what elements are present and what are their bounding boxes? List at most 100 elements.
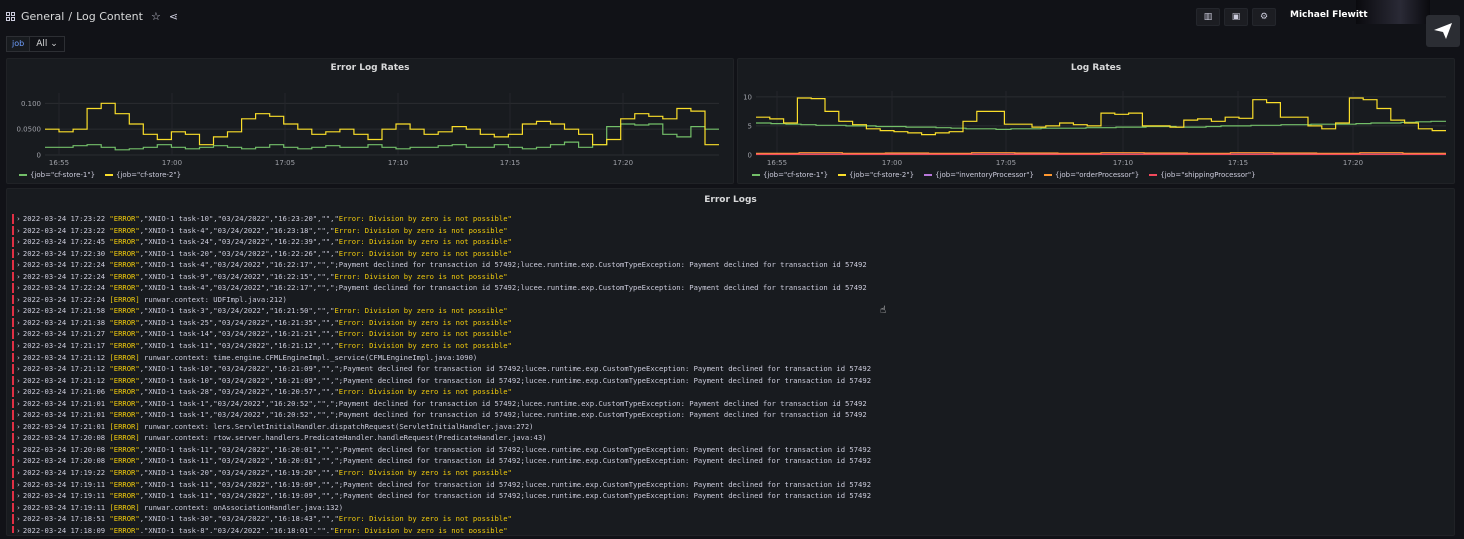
legend-label: {job="cf-store-1"} — [763, 171, 829, 179]
series-line-1[interactable] — [45, 102, 719, 146]
log-row[interactable]: › 2022-03-24 17:21:06 "ERROR","XNIO-1 tas… — [12, 386, 1452, 398]
log-row[interactable]: › 2022-03-24 17:21:01 [ERROR] runwar.cont… — [12, 421, 1452, 433]
variable-label-job: job — [6, 36, 31, 52]
share-icon[interactable]: ⋖ — [169, 10, 178, 23]
log-row[interactable]: › 2022-03-24 17:21:01 "ERROR","XNIO-1 tas… — [12, 398, 1452, 410]
log-row[interactable]: › 2022-03-24 17:22:24 "ERROR","XNIO-1 tas… — [12, 259, 1452, 271]
x-tick-label: 16:55 — [767, 159, 787, 167]
log-row[interactable]: › 2022-03-24 17:19:11 "ERROR","XNIO-1 tas… — [12, 479, 1452, 491]
legend-label: {job="orderProcessor"} — [1054, 171, 1140, 179]
expand-chevron-icon: › — [17, 214, 20, 223]
expand-chevron-icon: › — [17, 479, 20, 489]
expand-chevron-icon: › — [17, 410, 20, 420]
log-level: "ERROR" — [109, 375, 140, 385]
expand-chevron-icon: › — [17, 260, 20, 270]
log-row[interactable]: › 2022-03-24 17:19:11 "ERROR","XNIO-1 tas… — [12, 490, 1452, 502]
log-error-message: Error: Division by zero is not possible" — [338, 387, 512, 397]
legend-swatch — [105, 174, 114, 176]
log-timestamp: 2022-03-24 17:21:38 — [22, 317, 110, 327]
log-row[interactable]: › 2022-03-24 17:22:24 [ERROR] runwar.cont… — [12, 294, 1452, 306]
log-timestamp: 2022-03-24 17:20:08 — [22, 456, 110, 466]
expand-chevron-icon: › — [17, 283, 20, 293]
log-row[interactable]: › 2022-03-24 17:22:24 "ERROR","XNIO-1 tas… — [12, 271, 1452, 283]
log-timestamp: 2022-03-24 17:20:08 — [22, 433, 110, 443]
log-level: "ERROR" — [109, 479, 140, 489]
log-row[interactable]: › 2022-03-24 17:23:22 "ERROR","XNIO-1 tas… — [12, 213, 1452, 225]
log-row[interactable]: › 2022-03-24 17:22:30 "ERROR","XNIO-1 tas… — [12, 248, 1452, 260]
breadcrumb-dashboard-title[interactable]: Log Content — [76, 10, 143, 23]
log-level: "ERROR" — [109, 341, 140, 351]
log-body: runwar.context: UDFImpl.java:212) — [139, 294, 287, 304]
legend-item[interactable]: {job="cf-store-1"} — [752, 171, 828, 179]
log-timestamp: 2022-03-24 17:21:01 — [22, 410, 110, 420]
log-timestamp: 2022-03-24 17:21:58 — [22, 306, 110, 316]
log-body: ,"XNIO-1 task-10","03/24/2022","16:23:20… — [139, 214, 339, 223]
log-row[interactable]: › 2022-03-24 17:21:12 "ERROR","XNIO-1 tas… — [12, 363, 1452, 375]
save-icon[interactable]: ▣ — [1224, 8, 1248, 26]
log-list[interactable]: › 2022-03-24 17:23:22 "ERROR","XNIO-1 tas… — [12, 213, 1452, 533]
log-row[interactable]: › 2022-03-24 17:21:17 "ERROR","XNIO-1 tas… — [12, 340, 1452, 352]
legend-label: {job="cf-store-2"} — [116, 171, 182, 179]
breadcrumb-separator: / — [68, 10, 73, 23]
log-level: "ERROR" — [109, 398, 140, 408]
log-row[interactable]: › 2022-03-24 17:19:22 "ERROR","XNIO-1 tas… — [12, 467, 1452, 479]
log-error-message: Error: Division by zero is not possible" — [334, 306, 508, 316]
log-row[interactable]: › 2022-03-24 17:21:01 "ERROR","XNIO-1 tas… — [12, 409, 1452, 421]
log-row[interactable]: › 2022-03-24 17:22:24 "ERROR","XNIO-1 tas… — [12, 282, 1452, 294]
settings-gear-icon[interactable]: ⚙ — [1252, 8, 1276, 26]
legend-item[interactable]: {job="cf-store-2"} — [838, 171, 914, 179]
log-row[interactable]: › 2022-03-24 17:20:08 "ERROR","XNIO-1 tas… — [12, 444, 1452, 456]
expand-chevron-icon: › — [17, 248, 20, 258]
log-timestamp: 2022-03-24 17:22:24 — [22, 260, 110, 270]
x-tick-label: 17:15 — [500, 159, 520, 167]
log-level: "ERROR" — [109, 283, 140, 293]
legend-item[interactable]: {job="orderProcessor"} — [1043, 171, 1140, 179]
log-row[interactable]: › 2022-03-24 17:18:09 "ERROR","XNIO-1 tas… — [12, 525, 1452, 533]
log-row[interactable]: › 2022-03-24 17:21:12 "ERROR","XNIO-1 tas… — [12, 375, 1452, 387]
log-row[interactable]: › 2022-03-24 17:20:08 [ERROR] runwar.cont… — [12, 432, 1452, 444]
log-row[interactable]: › 2022-03-24 17:21:38 "ERROR","XNIO-1 tas… — [12, 317, 1452, 329]
log-level: "ERROR" — [109, 514, 140, 524]
legend-label: {job="inventoryProcessor"} — [935, 171, 1034, 179]
log-body: runwar.context: onAssociationHandler.jav… — [139, 502, 344, 512]
log-row[interactable]: › 2022-03-24 17:23:22 "ERROR","XNIO-1 tas… — [12, 225, 1452, 237]
log-body: ,"XNIO-1 task-25","03/24/2022","16:21:35… — [139, 317, 339, 327]
log-level: [ERROR] — [109, 352, 140, 362]
dashboards-grid-icon[interactable] — [6, 12, 15, 21]
variable-select-job[interactable]: All ⌄ — [30, 36, 65, 52]
x-tick-label: 16:55 — [49, 159, 69, 167]
log-row[interactable]: › 2022-03-24 17:21:58 "ERROR","XNIO-1 tas… — [12, 305, 1452, 317]
star-icon[interactable]: ☆ — [151, 10, 161, 23]
series-line-1[interactable] — [756, 97, 1446, 136]
series-line-3[interactable] — [756, 152, 1446, 154]
add-panel-icon[interactable]: ▥ — [1196, 8, 1220, 26]
log-row[interactable]: › 2022-03-24 17:18:51 "ERROR","XNIO-1 tas… — [12, 513, 1452, 525]
legend-label: {job="cf-store-2"} — [849, 171, 915, 179]
legend-label: {job="cf-store-1"} — [30, 171, 96, 179]
log-level: "ERROR" — [109, 410, 140, 420]
log-body: ,"XNIO-1 task-10","03/24/2022","16:21:09… — [139, 375, 872, 385]
legend-item[interactable]: {job="shippingProcessor"} — [1149, 171, 1256, 179]
x-tick-label: 17:15 — [1228, 159, 1248, 167]
breadcrumb-folder[interactable]: General — [21, 10, 64, 23]
legend-item[interactable]: {job="cf-store-1"} — [19, 171, 95, 179]
log-row[interactable]: › 2022-03-24 17:19:11 [ERROR] runwar.cont… — [12, 502, 1452, 514]
legend-label: {job="shippingProcessor"} — [1160, 171, 1256, 179]
error-log-rates-chart: 0 0.0500 0.100 16:55 17:00 17:05 17:10 17:15 17:… — [17, 93, 719, 167]
log-level: "ERROR" — [109, 364, 140, 374]
legend-swatch — [1043, 174, 1052, 176]
log-timestamp: 2022-03-24 17:21:27 — [22, 329, 110, 339]
log-row[interactable]: › 2022-03-24 17:22:45 "ERROR","XNIO-1 tas… — [12, 236, 1452, 248]
legend-item[interactable]: {job="cf-store-2"} — [105, 171, 181, 179]
log-error-message: Error: Division by zero is not possible" — [338, 341, 512, 351]
log-body: ,"XNIO-1 task-4","03/24/2022","16:22:17"… — [139, 260, 867, 270]
log-timestamp: 2022-03-24 17:21:12 — [22, 375, 110, 385]
expand-chevron-icon: › — [17, 491, 20, 501]
send-icon[interactable] — [1426, 15, 1460, 47]
log-rates-chart: 0 5 10 16:55 17:00 17:05 17:10 17:15 17:20 — [743, 91, 1446, 167]
log-body: ,"XNIO-1 task-20","03/24/2022","16:19:20… — [139, 468, 339, 478]
log-row[interactable]: › 2022-03-24 17:21:12 [ERROR] runwar.cont… — [12, 352, 1452, 364]
log-row[interactable]: › 2022-03-24 17:20:08 "ERROR","XNIO-1 tas… — [12, 455, 1452, 467]
log-row[interactable]: › 2022-03-24 17:21:27 "ERROR","XNIO-1 tas… — [12, 328, 1452, 340]
legend-item[interactable]: {job="inventoryProcessor"} — [924, 171, 1034, 179]
